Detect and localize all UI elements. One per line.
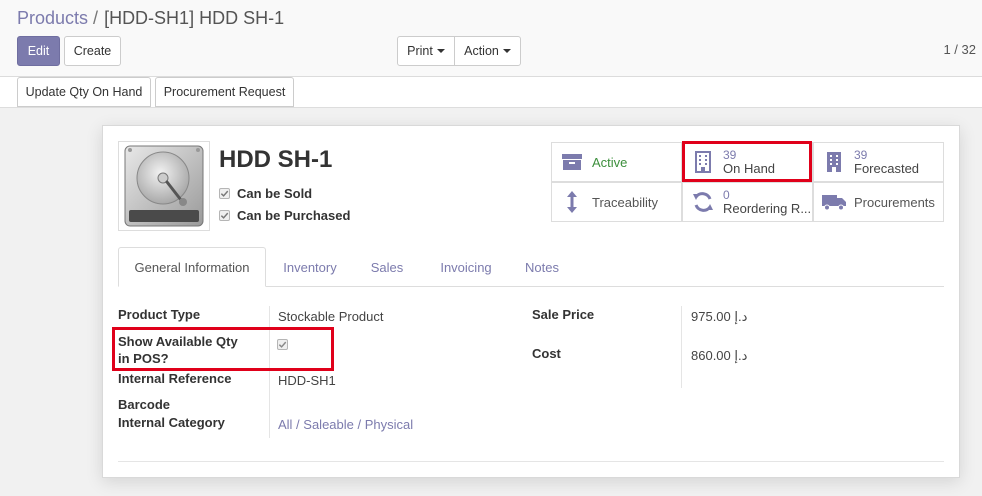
can-be-sold-label: Can be Sold xyxy=(237,186,313,201)
traceability-button[interactable]: Traceability xyxy=(551,182,682,222)
divider xyxy=(118,461,944,462)
procurement-request-label: Procurement Request xyxy=(163,85,286,99)
sale-price-label: Sale Price xyxy=(532,307,595,322)
internal-reference-value[interactable]: HDD-SH1 xyxy=(278,373,336,388)
barcode-label: Barcode xyxy=(118,397,171,412)
control-panel: Products / [HDD-SH1] HDD SH-1 Edit Create … xyxy=(0,0,982,77)
breadcrumb: Products / [HDD-SH1] HDD SH-1 xyxy=(17,8,284,29)
on-hand-count: 39 xyxy=(723,148,737,162)
reordering-rules-button[interactable]: 0 Reordering R... xyxy=(682,182,813,222)
check-icon xyxy=(278,341,287,348)
show-qty-pos-label-line1: Show Available Qty xyxy=(118,334,238,349)
tab-notes[interactable]: Notes xyxy=(512,247,572,287)
can-be-purchased-row: Can be Purchased xyxy=(219,208,350,223)
cost-value[interactable]: 860.00 د.إ xyxy=(691,348,747,364)
can-be-purchased-label: Can be Purchased xyxy=(237,208,351,223)
breadcrumb-products-link[interactable]: Products xyxy=(17,8,88,28)
forecasted-button[interactable]: 39 Forecasted xyxy=(813,142,944,182)
caret-down-icon xyxy=(502,49,511,53)
procurement-request-button[interactable]: Procurement Request xyxy=(155,77,294,107)
internal-category-label: Internal Category xyxy=(118,415,225,430)
notebook-tabs: General Information Inventory Sales Invo… xyxy=(118,247,944,287)
pager-value[interactable]: 1 / 32 xyxy=(943,42,976,57)
forecasted-label: Forecasted xyxy=(854,160,920,176)
tab-general-information[interactable]: General Information xyxy=(118,247,266,287)
field-separator xyxy=(681,306,682,388)
active-label: Active xyxy=(592,154,628,170)
archive-icon xyxy=(552,153,592,171)
create-button-label: Create xyxy=(73,44,112,58)
cost-label: Cost xyxy=(532,346,561,361)
caret-down-icon xyxy=(436,49,445,53)
building-icon xyxy=(683,151,723,173)
smart-buttons: Active 39 On Hand 39 Forecasted Traceabili… xyxy=(551,142,945,222)
truck-icon xyxy=(814,193,854,211)
tab-sales[interactable]: Sales xyxy=(354,247,420,287)
traceability-label: Traceability xyxy=(592,194,658,210)
forecasted-count: 39 xyxy=(854,148,868,162)
form-sheet: HDD SH-1 Can be Sold Can be Purchased Ac… xyxy=(102,125,960,478)
create-button[interactable]: Create xyxy=(64,36,121,66)
product-name: HDD SH-1 xyxy=(219,146,333,173)
print-dropdown-button[interactable]: Print xyxy=(397,36,455,66)
reordering-label: Reordering R... xyxy=(723,200,812,216)
refresh-icon xyxy=(683,191,723,213)
hard-drive-icon xyxy=(124,145,204,227)
active-toggle-button[interactable]: Active xyxy=(551,142,682,182)
tab-inventory[interactable]: Inventory xyxy=(270,247,350,287)
show-qty-pos-checkbox[interactable] xyxy=(277,339,288,350)
procurements-label: Procurements xyxy=(854,194,935,210)
arrows-v-icon xyxy=(552,190,592,214)
field-separator xyxy=(269,306,270,438)
on-hand-button[interactable]: 39 On Hand xyxy=(682,142,813,182)
check-icon xyxy=(220,212,229,219)
breadcrumb-current: [HDD-SH1] HDD SH-1 xyxy=(104,8,285,28)
action-dropdown-button[interactable]: Action xyxy=(454,36,521,66)
edit-button-label: Edit xyxy=(27,44,50,58)
show-qty-pos-label-line2: in POS? xyxy=(118,351,169,366)
internal-category-link[interactable]: All / Saleable / Physical xyxy=(278,417,413,432)
breadcrumb-separator: / xyxy=(93,8,99,28)
product-type-label: Product Type xyxy=(118,307,201,322)
procurements-button[interactable]: Procurements xyxy=(813,182,944,222)
edit-button[interactable]: Edit xyxy=(17,36,60,66)
building-icon xyxy=(814,151,854,173)
statusbar: Update Qty On Hand Procurement Request xyxy=(0,77,982,108)
check-icon xyxy=(220,190,229,197)
print-button-label: Print xyxy=(407,44,433,58)
product-image[interactable] xyxy=(118,141,210,231)
product-type-select[interactable]: Stockable Product xyxy=(278,309,384,324)
reordering-count: 0 xyxy=(723,188,730,202)
action-button-label: Action xyxy=(464,44,499,58)
update-qty-on-hand-button[interactable]: Update Qty On Hand xyxy=(17,77,151,107)
can-be-purchased-checkbox[interactable] xyxy=(219,210,230,221)
sale-price-value[interactable]: 975.00 د.إ xyxy=(691,309,747,325)
update-qty-label: Update Qty On Hand xyxy=(25,85,143,99)
tab-invoicing[interactable]: Invoicing xyxy=(424,247,508,287)
on-hand-label: On Hand xyxy=(723,160,776,176)
show-qty-pos-label: Show Available Qty in POS? xyxy=(118,333,238,367)
can-be-sold-row: Can be Sold xyxy=(219,186,312,201)
internal-reference-label: Internal Reference xyxy=(118,371,232,386)
can-be-sold-checkbox[interactable] xyxy=(219,188,230,199)
